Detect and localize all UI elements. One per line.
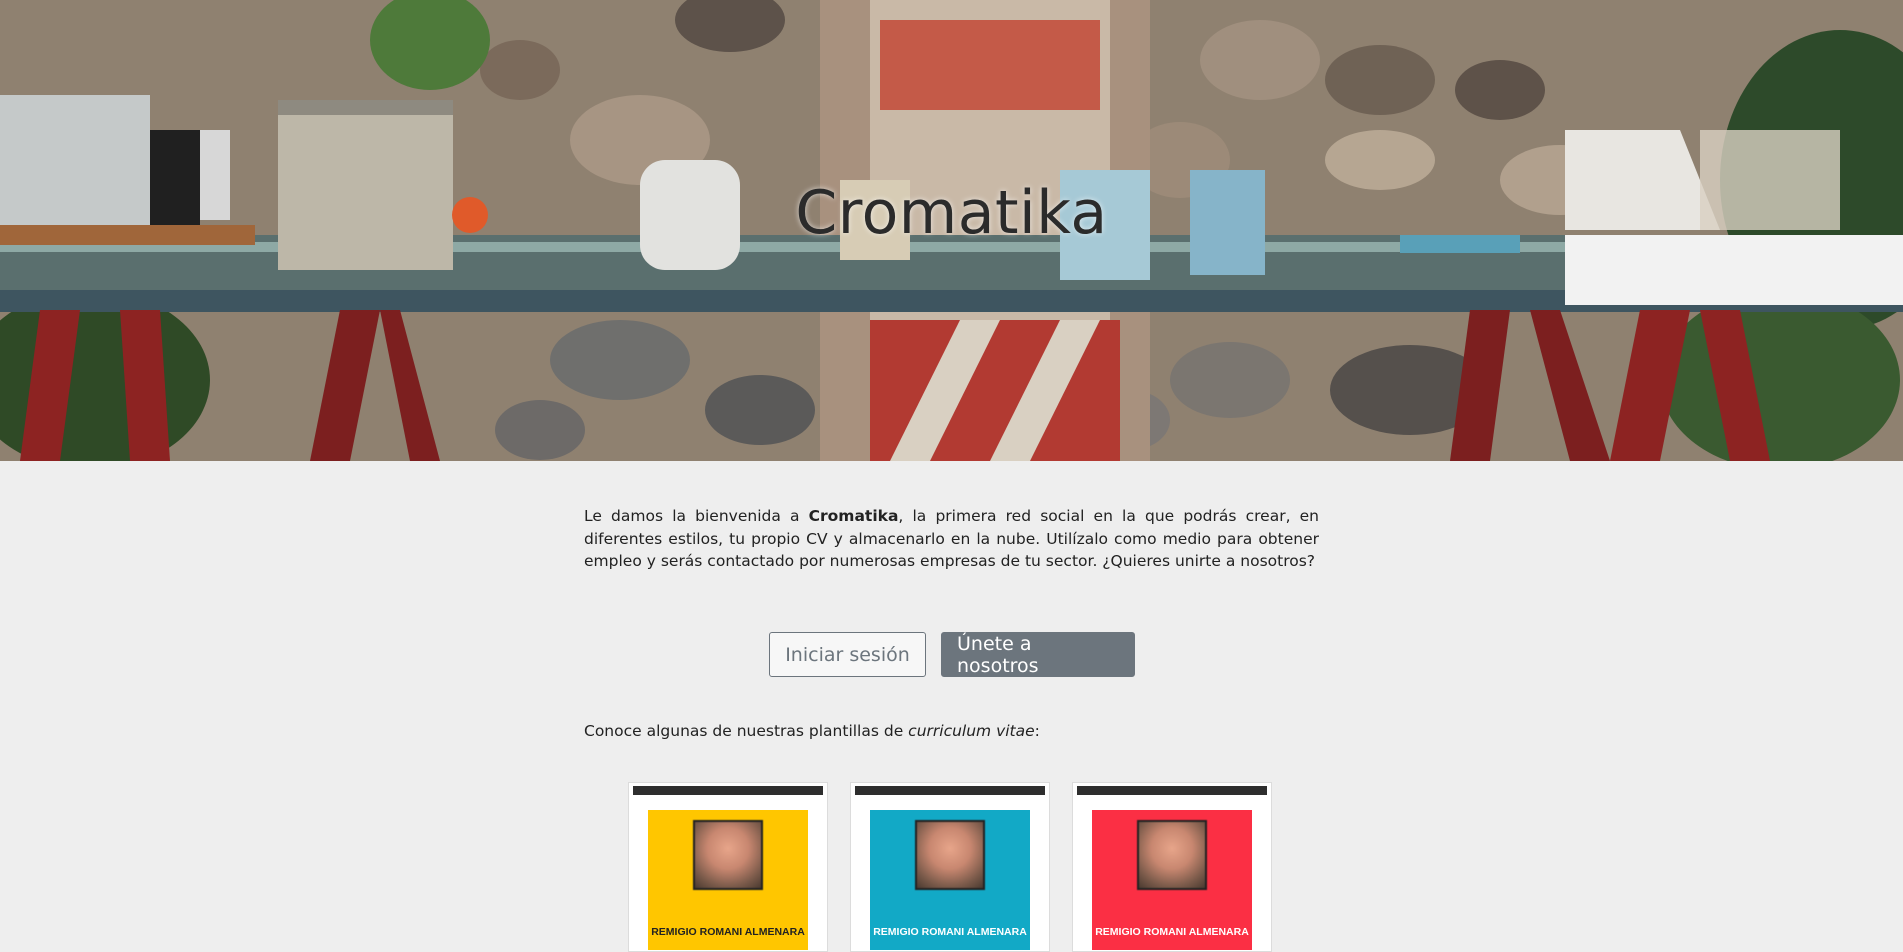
avatar [1137, 820, 1207, 890]
join-button[interactable]: Únete a nosotros [941, 632, 1135, 677]
templates-label-prefix: Conoce algunas de nuestras plantillas de [584, 722, 909, 740]
template-color-panel: REMIGIO ROMANI ALMENARA [1092, 810, 1252, 950]
template-header-bar [855, 786, 1045, 795]
template-card-blue[interactable]: REMIGIO ROMANI ALMENARA [850, 782, 1050, 952]
hero-banner: Cromatika [0, 0, 1903, 461]
templates-intro: Conoce algunas de nuestras plantillas de… [584, 722, 1040, 740]
login-button[interactable]: Iniciar sesión [769, 632, 926, 677]
template-person-name: REMIGIO ROMANI ALMENARA [873, 926, 1027, 938]
avatar [693, 820, 763, 890]
template-person-name: REMIGIO ROMANI ALMENARA [651, 926, 805, 938]
template-color-panel: REMIGIO ROMANI ALMENARA [870, 810, 1030, 950]
auth-actions: Iniciar sesión Únete a nosotros [769, 632, 1135, 677]
template-card-yellow[interactable]: REMIGIO ROMANI ALMENARA [628, 782, 828, 952]
template-color-panel: REMIGIO ROMANI ALMENARA [648, 810, 808, 950]
templates-label-emphasis: curriculum vitae [908, 722, 1035, 740]
avatar [915, 820, 985, 890]
intro-prefix: Le damos la bienvenida a [584, 507, 809, 525]
hero-title: Cromatika [795, 178, 1108, 248]
intro-brand: Cromatika [808, 507, 899, 525]
template-card-red[interactable]: REMIGIO ROMANI ALMENARA [1072, 782, 1272, 952]
templates-label-suffix: : [1034, 722, 1040, 740]
template-gallery: REMIGIO ROMANI ALMENARA REMIGIO ROMANI A… [628, 782, 1272, 952]
intro-paragraph: Le damos la bienvenida a Cromatika, la p… [584, 505, 1319, 573]
template-header-bar [633, 786, 823, 795]
template-header-bar [1077, 786, 1267, 795]
template-person-name: REMIGIO ROMANI ALMENARA [1095, 926, 1249, 938]
